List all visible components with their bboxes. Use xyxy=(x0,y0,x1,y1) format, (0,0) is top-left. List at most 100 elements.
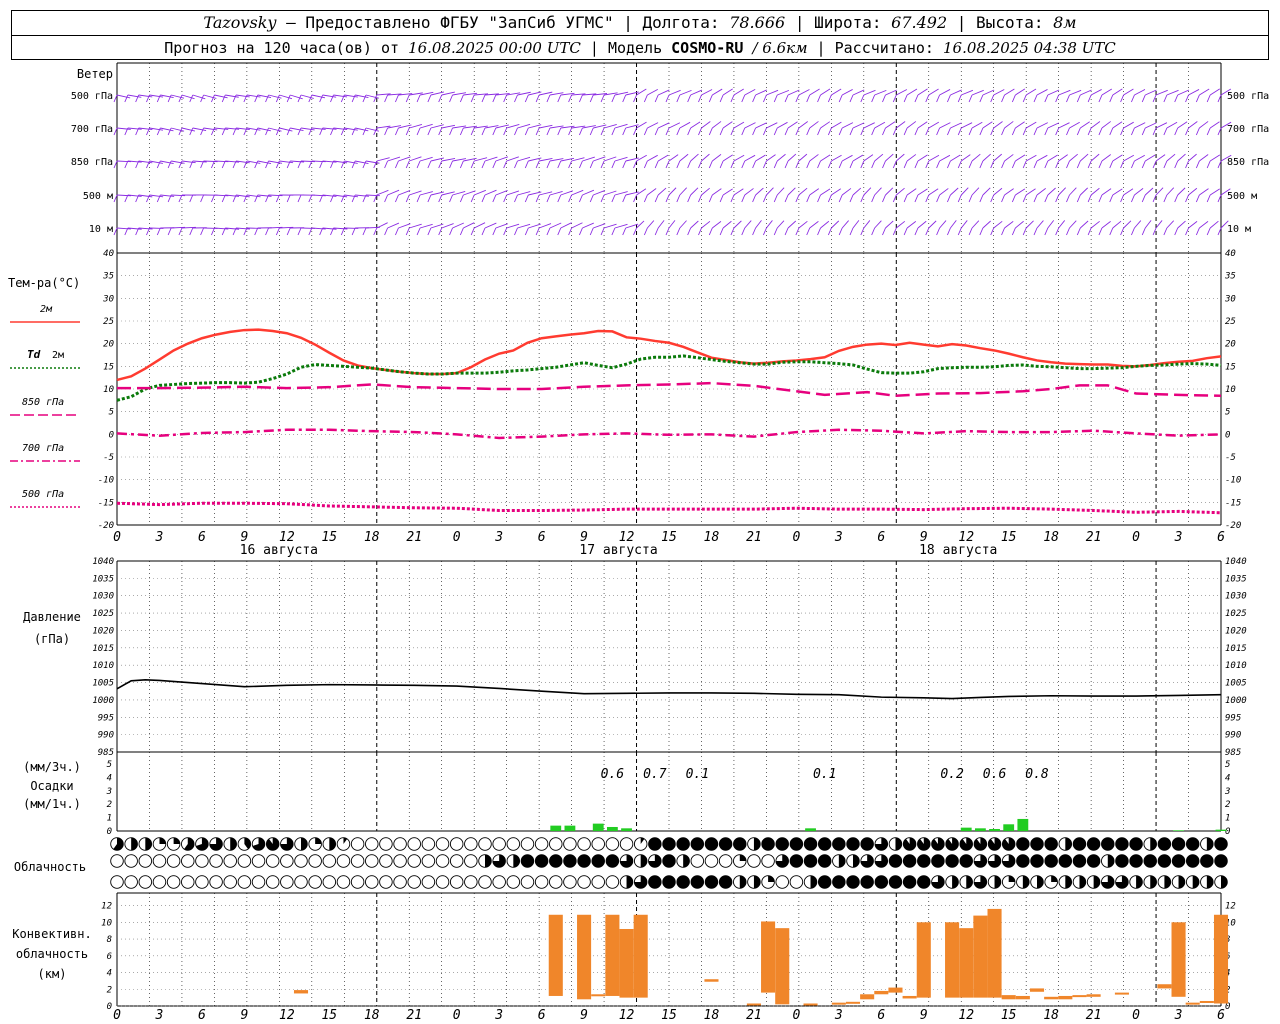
wind-barb xyxy=(582,189,595,196)
wind-barb-feather xyxy=(936,160,941,169)
conv-bar xyxy=(548,914,563,996)
wind-barb-feather xyxy=(1076,94,1081,103)
wind-barb-feather xyxy=(470,227,475,236)
cloud-symbol-lower xyxy=(237,875,252,889)
wind-barb xyxy=(1047,89,1060,96)
wind-barb-feather xyxy=(1011,160,1016,169)
wind-barb xyxy=(614,156,628,162)
wind-barb xyxy=(690,187,699,196)
wind-barb-feather xyxy=(514,227,518,236)
precip-ytick-right: 0 xyxy=(1225,827,1230,837)
cloud-symbol-middle xyxy=(393,854,407,868)
wind-barb xyxy=(690,220,699,229)
wind-barb xyxy=(603,223,617,229)
wind-barb xyxy=(841,122,854,129)
conv-xtick: 0 xyxy=(792,1008,800,1023)
wind-barb-feather xyxy=(1033,127,1038,136)
wind-barb xyxy=(960,154,971,162)
wind-barb-feather xyxy=(210,227,215,236)
conv-xtick: 3 xyxy=(834,1008,843,1023)
wind-barb-feather xyxy=(308,194,313,203)
conv-xtick: 12 xyxy=(619,1008,635,1023)
cloud-fill xyxy=(889,854,902,868)
wind-barb-feather xyxy=(1022,194,1027,203)
wind-barb xyxy=(1145,154,1156,162)
precip-unit-1h: (мм/1ч.) xyxy=(23,797,81,811)
conv-xtick: 12 xyxy=(958,1008,974,1023)
wind-barb-feather xyxy=(557,94,562,103)
temp-ytick-left: 15 xyxy=(103,362,114,372)
wind-barb xyxy=(647,88,658,96)
cloud-fill xyxy=(903,854,916,868)
cloud-symbol-lower xyxy=(152,875,167,889)
cloud-fill xyxy=(691,875,704,889)
wind-barb-feather xyxy=(914,127,919,136)
wind-barb-feather xyxy=(1206,227,1211,236)
wind-barb-feather xyxy=(427,194,432,203)
wind-barb-feather xyxy=(687,194,692,203)
wind-barb-feather xyxy=(210,160,215,169)
wind-barb xyxy=(1036,188,1046,196)
cloud-fill xyxy=(1164,875,1171,889)
wind-barb xyxy=(961,89,974,96)
wind-barb-feather xyxy=(968,127,973,136)
wind-barb xyxy=(701,220,711,229)
wind-barb-feather xyxy=(600,160,605,169)
wind-barb-feather xyxy=(903,160,908,169)
wind-barb xyxy=(647,220,655,229)
cloud-symbol-middle xyxy=(449,854,464,868)
meteogram-svg: Ветер 500 гПа 500 гПа 700 гПа 700 гПа 850 гПа… xyxy=(8,62,1269,1023)
conv-xtick: 0 xyxy=(1132,1008,1140,1023)
wind-barb-feather xyxy=(914,160,919,169)
conv-bar xyxy=(888,987,903,993)
wind-barb-feather xyxy=(600,227,605,236)
wind-barb-feather xyxy=(990,160,995,169)
cloud-symbol-upper xyxy=(563,837,577,851)
wind-barb-feather xyxy=(806,194,811,203)
pressure-ytick-left: 1020 xyxy=(92,626,114,636)
wind-barb-feather xyxy=(752,94,757,103)
cloud-symbol-upper xyxy=(421,837,436,851)
wind-barb-feather xyxy=(481,160,486,169)
wind-barb xyxy=(950,187,959,196)
wind-barb xyxy=(939,188,949,196)
wind-barb-feather xyxy=(795,160,800,169)
wind-barb-feather xyxy=(524,127,529,136)
cloud-symbol-upper xyxy=(520,837,535,851)
wind-barb xyxy=(722,154,733,162)
wind-barb-feather xyxy=(362,94,367,103)
wind-barb-feather xyxy=(784,160,789,169)
cloud-fill xyxy=(691,837,704,851)
cloud-fill xyxy=(1016,837,1030,851)
cloud-symbol-lower xyxy=(350,875,365,889)
wind-barb xyxy=(701,187,710,196)
wind-barb-feather xyxy=(1195,94,1200,103)
temp-xtick: 6 xyxy=(1217,530,1225,545)
wind-barb-feather xyxy=(124,160,129,169)
cloud-fill xyxy=(1030,837,1044,851)
wind-barb-feather xyxy=(254,227,259,236)
wind-barb xyxy=(701,121,711,129)
conv-bar xyxy=(1199,1000,1214,1003)
cloud-symbol-middle xyxy=(294,854,308,868)
wind-barb-feather xyxy=(882,160,886,169)
wind-barb-feather xyxy=(178,194,183,203)
conv-bar xyxy=(591,994,606,997)
wind-barb-feather xyxy=(557,227,562,236)
precip-bar xyxy=(989,828,1000,831)
wind-barb-feather xyxy=(167,127,172,136)
wind-barb-feather xyxy=(795,227,800,236)
cloud-fill xyxy=(606,854,619,868)
wind-barb-feather xyxy=(1109,160,1114,169)
conv-bar xyxy=(831,1002,846,1005)
wind-barb xyxy=(1101,121,1111,129)
wind-barb xyxy=(668,187,677,196)
wind-barb xyxy=(571,189,584,196)
wind-barb-feather xyxy=(990,127,995,136)
wind-barb-feather xyxy=(1011,227,1016,236)
wind-barb xyxy=(971,187,980,196)
wind-barb-feather xyxy=(665,160,670,169)
wind-barb xyxy=(657,220,665,229)
temp-ytick-left: 5 xyxy=(109,408,114,418)
wind-barb xyxy=(863,89,876,96)
